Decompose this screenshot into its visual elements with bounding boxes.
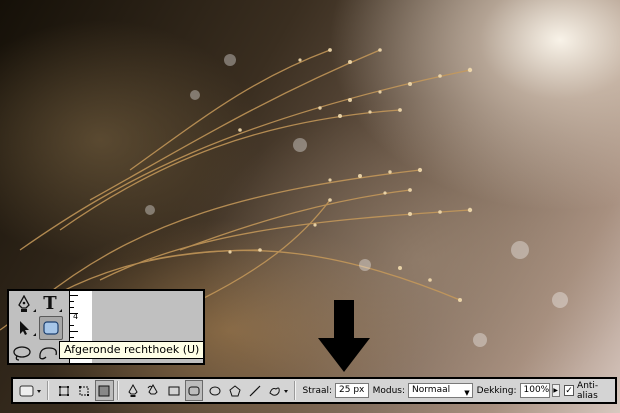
down-arrow-icon [318, 300, 370, 372]
pen-icon [128, 383, 138, 397]
ellipse-option-button[interactable] [205, 380, 223, 401]
separator [293, 381, 296, 400]
opacity-input[interactable]: 100% [519, 383, 550, 398]
opacity-slider-button[interactable]: ▶ [551, 384, 560, 397]
type-flyout-indicator [59, 309, 62, 312]
separator [47, 381, 50, 400]
radius-input[interactable]: 25 px [335, 383, 369, 398]
fill-pixels-button[interactable] [95, 380, 114, 401]
custom-shape-option-button[interactable] [267, 380, 291, 401]
antialias-option: ✓ Anti-alias [563, 380, 615, 401]
path-selection-tool[interactable] [13, 317, 35, 339]
tool-preset-icon [19, 385, 41, 396]
type-icon: T [43, 293, 57, 314]
line-icon [249, 385, 261, 396]
freeform-pen-option-button[interactable] [144, 380, 162, 401]
polygon-icon [229, 384, 241, 396]
polygon-option-button[interactable] [226, 380, 244, 401]
mode-select-value: Normaal [412, 385, 451, 395]
magnetic-lasso-tool[interactable] [37, 342, 59, 363]
separator [116, 381, 119, 400]
shape-layers-icon [58, 385, 69, 396]
freeform-pen-icon [147, 383, 158, 394]
paths-button[interactable] [75, 380, 93, 401]
pen-tool[interactable] [13, 293, 35, 315]
rounded-rectangle-icon [188, 386, 200, 395]
chevron-right-icon: ▶ [553, 387, 558, 394]
mode-select[interactable]: Normaal ▼ [408, 383, 473, 398]
antialias-checkbox[interactable]: ✓ [563, 385, 575, 396]
radius-label: Straal: [302, 385, 333, 396]
fill-pixels-icon [98, 385, 110, 396]
options-bar: Straal: 25 px Modus: Normaal ▼ Dekking: … [11, 377, 617, 404]
line-option-button[interactable] [246, 380, 264, 401]
rectangle-icon [168, 386, 180, 395]
pen-icon [18, 295, 30, 312]
rounded-rectangle-icon [43, 321, 59, 335]
shape-layers-button[interactable] [54, 380, 72, 401]
mode-label: Modus: [372, 385, 406, 396]
rounded-rectangle-tool[interactable] [39, 316, 63, 340]
paths-icon [78, 385, 89, 396]
magnetic-lasso-icon [39, 346, 57, 359]
tool-preset-picker[interactable] [17, 380, 44, 401]
check-icon: ✓ [565, 385, 573, 396]
lasso-icon [13, 345, 31, 361]
custom-shape-icon [268, 387, 288, 396]
arrow-select-icon [20, 321, 29, 335]
type-tool[interactable]: T [39, 293, 61, 315]
rounded-rectangle-option-button[interactable] [184, 380, 204, 401]
tool-tooltip: Afgeronde rechthoek (U) [59, 341, 205, 359]
path-selection-flyout-indicator [33, 333, 36, 336]
ellipse-icon [209, 386, 220, 395]
chevron-down-icon: ▼ [464, 389, 470, 397]
opacity-label: Dekking: [476, 385, 517, 396]
lasso-tool[interactable] [11, 342, 33, 363]
rectangle-option-button[interactable] [164, 380, 182, 401]
antialias-label: Anti-alias [577, 380, 599, 401]
ruler-number: 4 [73, 312, 79, 321]
pen-flyout-indicator [33, 309, 36, 312]
pen-option-button[interactable] [124, 380, 142, 401]
